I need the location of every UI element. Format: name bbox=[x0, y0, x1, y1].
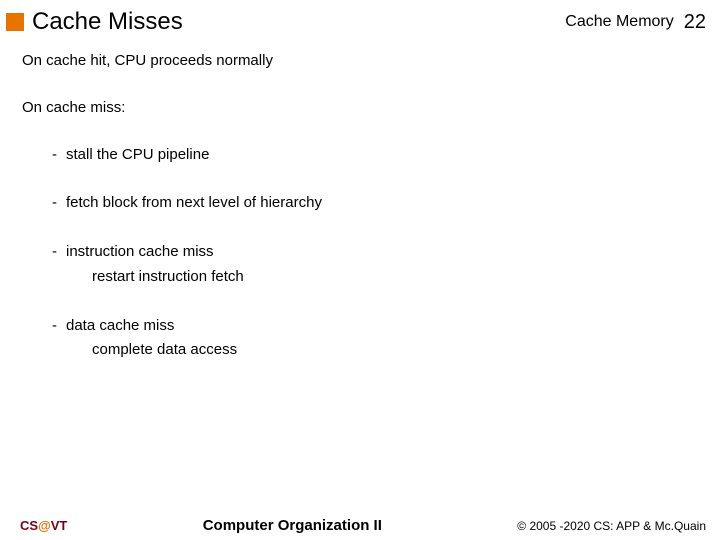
item-subtext-dcache: complete data access bbox=[52, 341, 700, 360]
page-number: 22 bbox=[684, 11, 706, 34]
text-cache-hit: On cache hit, CPU proceeds normally bbox=[22, 52, 700, 71]
slide-header: Cache Misses Cache Memory 22 bbox=[0, 0, 720, 38]
slide: Cache Misses Cache Memory 22 On cache hi… bbox=[0, 0, 720, 540]
accent-square-icon bbox=[6, 13, 24, 31]
list-item: - stall the CPU pipeline bbox=[52, 146, 700, 165]
bullet-line: - stall the CPU pipeline bbox=[52, 146, 700, 165]
footer-course-title: Computer Organization II bbox=[67, 517, 517, 534]
list-item: - instruction cache miss restart instruc… bbox=[52, 243, 700, 287]
dash-icon: - bbox=[52, 317, 66, 336]
list-item: - fetch block from next level of hierarc… bbox=[52, 194, 700, 213]
footer-cs: CS bbox=[20, 518, 38, 533]
list-item: - data cache miss complete data access bbox=[52, 317, 700, 361]
slide-title: Cache Misses bbox=[32, 8, 565, 36]
footer-vt: VT bbox=[51, 518, 68, 533]
dash-icon: - bbox=[52, 243, 66, 262]
slide-subtitle: Cache Memory bbox=[565, 13, 673, 31]
item-subtext-icache: restart instruction fetch bbox=[52, 268, 700, 287]
item-text-stall: stall the CPU pipeline bbox=[66, 146, 209, 165]
footer-at: @ bbox=[38, 518, 51, 533]
miss-list: - stall the CPU pipeline - fetch block f… bbox=[22, 146, 700, 361]
item-text-dcache: data cache miss bbox=[66, 317, 174, 336]
bullet-line: - data cache miss bbox=[52, 317, 700, 336]
bullet-line: - instruction cache miss bbox=[52, 243, 700, 262]
footer-logo: CS@VT bbox=[20, 518, 67, 533]
slide-body: On cache hit, CPU proceeds normally On c… bbox=[0, 38, 720, 360]
slide-footer: CS@VT Computer Organization II © 2005 -2… bbox=[0, 517, 720, 534]
dash-icon: - bbox=[52, 194, 66, 213]
dash-icon: - bbox=[52, 146, 66, 165]
item-text-icache: instruction cache miss bbox=[66, 243, 214, 262]
text-cache-miss-intro: On cache miss: bbox=[22, 99, 700, 118]
bullet-line: - fetch block from next level of hierarc… bbox=[52, 194, 700, 213]
footer-copyright: © 2005 -2020 CS: APP & Mc.Quain bbox=[517, 519, 706, 533]
item-text-fetch: fetch block from next level of hierarchy bbox=[66, 194, 322, 213]
